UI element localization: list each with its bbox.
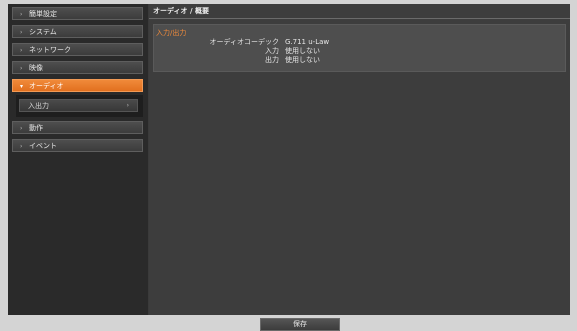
- sidebar-item-label: 映像: [29, 64, 43, 72]
- info-key: オーディオコーデック: [209, 38, 279, 46]
- save-button[interactable]: 保存: [260, 318, 340, 331]
- sidebar-item-label: ネットワーク: [29, 46, 71, 54]
- submenu-item-label: 入出力: [28, 102, 49, 110]
- footer-bar: 保存: [0, 315, 577, 331]
- sidebar-item-action[interactable]: › 動作: [12, 121, 143, 134]
- chevron-right-icon: ›: [126, 102, 129, 109]
- sidebar: › 簡単設定 › システム › ネットワーク › 映像 ▾ オーディオ 入出力 …: [8, 4, 148, 315]
- page-title: オーディオ / 概要: [153, 7, 209, 15]
- chevron-right-icon: ›: [20, 65, 23, 72]
- chevron-right-icon: ›: [20, 125, 23, 132]
- sidebar-item-event[interactable]: › イベント: [12, 139, 143, 152]
- app-frame: › 簡単設定 › システム › ネットワーク › 映像 ▾ オーディオ 入出力 …: [8, 4, 570, 315]
- main-panel: オーディオ / 概要 入力/出力 オーディオコーデック G.711 u-Law …: [149, 4, 570, 315]
- info-key: 入力: [265, 47, 279, 55]
- sidebar-item-video[interactable]: › 映像: [12, 61, 143, 74]
- chevron-right-icon: ›: [20, 47, 23, 54]
- chevron-right-icon: ›: [20, 29, 23, 36]
- chevron-right-icon: ›: [20, 11, 23, 18]
- chevron-right-icon: ›: [20, 143, 23, 150]
- info-key: 出力: [265, 56, 279, 64]
- sidebar-item-quick-setup[interactable]: › 簡単設定: [12, 7, 143, 20]
- sidebar-item-system[interactable]: › システム: [12, 25, 143, 38]
- sidebar-item-label: 簡単設定: [29, 10, 57, 18]
- info-row-output: 出力 使用しない: [154, 56, 567, 65]
- sidebar-item-audio[interactable]: ▾ オーディオ: [12, 79, 143, 92]
- submenu-item-input-output[interactable]: 入出力 ›: [19, 99, 138, 112]
- title-divider: [149, 18, 570, 19]
- sidebar-item-label: オーディオ: [29, 82, 64, 90]
- section-label: 入力/出力: [156, 29, 187, 37]
- sidebar-item-label: 動作: [29, 124, 43, 132]
- chevron-down-icon: ▾: [20, 83, 24, 90]
- info-row-codec: オーディオコーデック G.711 u-Law: [154, 38, 567, 47]
- sidebar-item-label: イベント: [29, 142, 57, 150]
- info-value: G.711 u-Law: [285, 38, 330, 46]
- sidebar-item-network[interactable]: › ネットワーク: [12, 43, 143, 56]
- audio-overview-box: 入力/出力 オーディオコーデック G.711 u-Law 入力 使用しない 出力…: [153, 24, 566, 72]
- sidebar-item-label: システム: [29, 28, 57, 36]
- info-row-input: 入力 使用しない: [154, 47, 567, 56]
- info-value: 使用しない: [285, 47, 320, 55]
- audio-submenu: 入出力 ›: [16, 95, 143, 117]
- info-value: 使用しない: [285, 56, 320, 64]
